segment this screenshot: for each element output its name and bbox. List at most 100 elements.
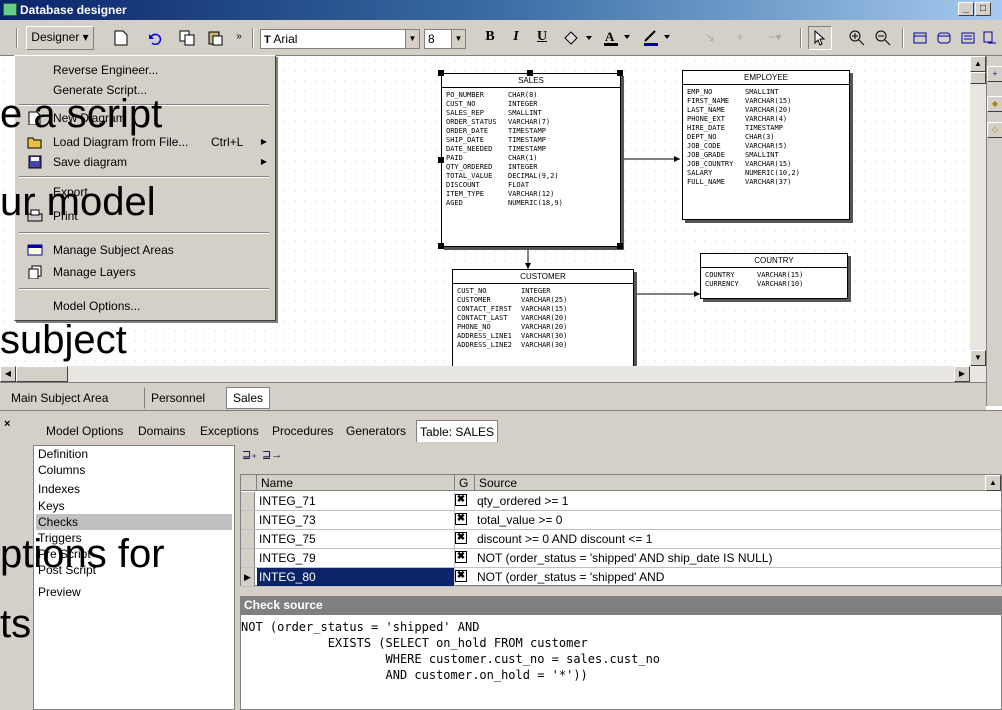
list-item-checks[interactable]: Checks [36,514,232,530]
checkbox-icon[interactable]: ✖ [455,494,467,506]
sales-table[interactable]: SALES PO_NUMBER CHAR(8) CUST_NO INTEGER SALE… [441,73,621,247]
menu-item-save-diagram[interactable]: Save diagram ▶ [15,152,273,172]
tab-table-sales[interactable]: Table: SALES [416,420,499,442]
column-type: NUMERIC(18,9) [508,199,563,207]
tab-generators[interactable]: Generators [346,420,406,442]
tab-personnel[interactable]: Personnel [144,387,212,409]
copy-icon[interactable] [176,26,198,50]
table-view-icon[interactable] [910,26,930,50]
menu-item-manage-subject-areas[interactable]: Manage Subject Areas [15,240,273,260]
scroll-left-icon[interactable]: ◀ [0,366,16,382]
country-table[interactable]: COUNTRY COUNTRY VARCHAR(15) CURRENCY VARCHA… [700,253,848,299]
table-row[interactable]: INTEG_79 ✖ NOT (order_status = 'shipped'… [241,549,1001,568]
font-size-value: 8 [428,32,435,46]
entity-column-row: EMP_NO SMALLINT [687,88,845,97]
list-item-columns[interactable]: Columns [36,462,232,478]
column-name: PHONE_EXT [687,115,725,123]
fill-color-icon[interactable] [560,26,594,50]
minimize-button[interactable]: _ [958,2,974,16]
table-row[interactable]: INTEG_73 ✖ total_value >= 0 [241,511,1001,530]
app-icon [3,3,17,16]
scroll-thumb[interactable] [970,72,986,84]
country-table-title: COUNTRY [701,254,847,268]
checkbox-icon[interactable]: ✖ [455,532,467,544]
list-item-preview[interactable]: Preview [36,584,232,600]
check-source-editor[interactable]: NOT (order_status = 'shipped' AND EXISTS… [240,614,1002,710]
column-header-name[interactable]: Name [257,475,455,491]
column-name: CONTACT_FIRST [457,305,512,313]
undo-icon[interactable] [144,26,166,50]
check-name: INTEG_73 [257,511,455,529]
menu-item-manage-layers[interactable]: Manage Layers [15,262,273,282]
tool-table-icon[interactable]: + [987,66,1002,82]
svg-text:A: A [605,29,615,44]
zoom-in-icon[interactable] [846,26,868,50]
align-right-icon[interactable]: −▾ [760,26,790,50]
check-name[interactable]: INTEG_80 [257,568,455,586]
column-type: VARCHAR(15) [745,160,792,168]
column-type: VARCHAR(25) [521,296,568,304]
maximize-button[interactable]: □ [975,2,991,16]
add-check-icon[interactable]: ⊒₊ [242,448,257,461]
list-item-definition[interactable]: Definition [36,446,232,462]
horizontal-scrollbar[interactable]: ◀ ▶ [0,366,986,382]
list-item-keys[interactable]: Keys [36,498,232,514]
close-icon[interactable]: × [4,418,10,430]
column-name: FULL_NAME [687,178,725,186]
zoom-out-icon[interactable] [872,26,894,50]
tab-main-subject-area[interactable]: Main Subject Area [4,387,115,409]
checkbox-icon[interactable]: ✖ [455,570,467,582]
font-size-select[interactable]: 8 ▼ [424,29,466,49]
tool-link-icon[interactable]: ◇ [987,122,1002,138]
column-header-source[interactable]: Source [475,475,987,491]
overflow-icon[interactable]: » [232,26,246,50]
scroll-up-icon[interactable]: ▲ [970,56,986,72]
menu-item-model-options[interactable]: Model Options... [15,296,273,316]
checkbox-icon[interactable]: ✖ [455,551,467,563]
font-name-select[interactable]: T Arial ▼ [260,29,420,49]
paste-icon[interactable] [204,26,226,50]
tab-domains[interactable]: Domains [138,420,185,442]
customer-table[interactable]: CUSTOMER CUST_NO INTEGER CUSTOMER VARCHAR(2… [452,269,634,366]
tab-sales[interactable]: Sales [226,387,271,409]
tab-procedures[interactable]: Procedures [272,420,333,442]
checkbox-icon[interactable]: ✖ [455,513,467,525]
column-type: VARCHAR(12) [508,190,555,198]
pointer-icon[interactable] [808,26,832,50]
table-row[interactable]: INTEG_75 ✖ discount >= 0 AND discount <=… [241,530,1001,549]
designer-menu-button[interactable]: Designer ▾ [26,26,94,50]
generator-icon[interactable] [980,26,1000,50]
grid-toolbar: ⊒₊ ⊒→ [240,444,1002,474]
new-icon[interactable] [110,26,132,50]
column-header-g[interactable]: G [455,475,475,491]
bold-button[interactable]: B [480,26,500,50]
entity-column-row: FULL_NAME VARCHAR(37) [687,178,845,187]
align-center-icon[interactable]: + [730,26,750,50]
procedure-icon[interactable] [958,26,978,50]
table-row-selected[interactable]: ▶ INTEG_80 ✖ NOT (order_status = 'shippe… [241,568,1001,587]
vertical-scrollbar[interactable]: ▲ ▼ [970,56,986,366]
scroll-down-icon[interactable]: ▼ [970,350,986,366]
column-name: PHONE_NO [457,323,491,331]
scroll-right-icon[interactable]: ▶ [954,366,970,382]
tool-relation-icon[interactable]: ◆ [987,96,1002,112]
line-color-icon[interactable] [640,26,674,50]
font-color-icon[interactable]: A [600,26,634,50]
list-item-indexes[interactable]: Indexes [36,481,232,497]
grid-scroll-up-icon[interactable]: ▲ [985,475,1001,491]
italic-button[interactable]: I [506,26,526,50]
remove-check-icon[interactable]: ⊒→ [262,448,282,461]
align-left-icon[interactable]: ↘ [700,26,720,50]
tab-exceptions[interactable]: Exceptions [200,420,259,442]
entity-column-row: ORDER_STATUS VARCHAR(7) [446,118,616,127]
underline-button[interactable]: U [532,26,552,50]
entity-column-row: JOB_CODE VARCHAR(5) [687,142,845,151]
employee-table[interactable]: EMPLOYEE EMP_NO SMALLINT FIRST_NAME VARCHAR… [682,70,850,220]
entity-column-row: CUST_NO INTEGER [457,287,629,296]
tab-model-options[interactable]: Model Options [46,420,123,442]
hscroll-thumb[interactable] [16,366,68,382]
menu-item-reverse-engineer[interactable]: Reverse Engineer... [15,60,273,80]
table-row[interactable]: INTEG_71 ✖ qty_ordered >= 1 [241,492,1001,511]
column-type: NUMERIC(10,2) [745,169,800,177]
view-icon[interactable] [934,26,954,50]
